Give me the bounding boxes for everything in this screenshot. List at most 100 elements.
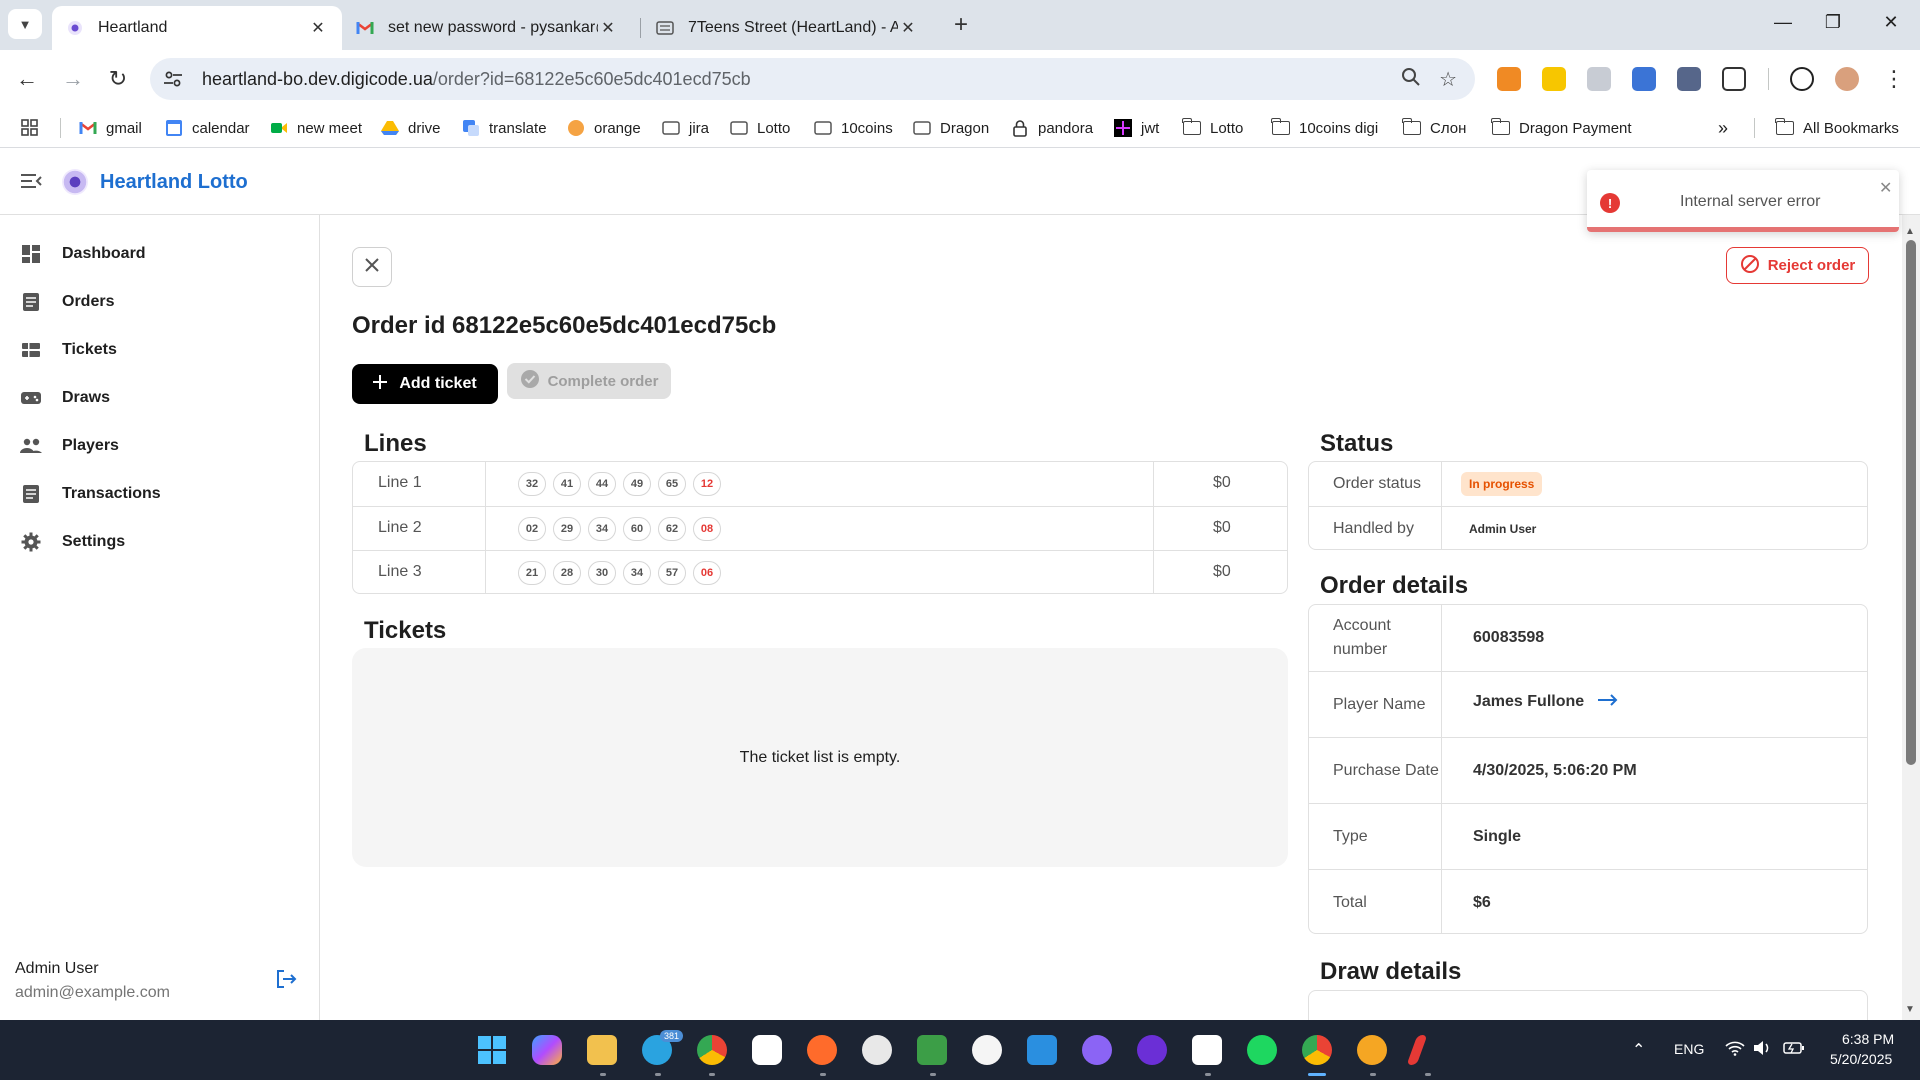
more-bookmarks-icon[interactable]: » — [1718, 116, 1728, 140]
sidebar-item-dashboard[interactable]: Dashboard — [0, 234, 319, 274]
gmail-icon — [356, 19, 374, 37]
spotify-icon[interactable] — [1247, 1035, 1277, 1065]
bookmark-jira[interactable]: jira — [662, 116, 709, 140]
slack-icon[interactable] — [752, 1035, 782, 1065]
new-tab-plus-icon[interactable]: + — [948, 12, 974, 38]
tab-close-icon[interactable]: ✕ — [598, 18, 618, 38]
github-desktop-icon[interactable] — [862, 1035, 892, 1065]
bookmark-lotto[interactable]: Lotto — [730, 116, 790, 140]
bookmark-folder-slon[interactable]: Слон — [1402, 116, 1466, 140]
address-bar[interactable]: heartland-bo.dev.digicode.ua/order?id=68… — [150, 58, 1475, 100]
forward-arrow-icon[interactable]: → — [58, 64, 88, 94]
browser-tab-jira[interactable]: 7Teens Street (HeartLand) - Agi ✕ — [642, 6, 932, 50]
vpn-extension-icon[interactable] — [1677, 67, 1701, 91]
bookmarks-separator — [1754, 118, 1755, 138]
bookmark-new-meet[interactable]: new meet — [270, 116, 362, 140]
vscode-icon[interactable] — [1027, 1035, 1057, 1065]
restore-icon[interactable]: ❐ — [1821, 12, 1845, 33]
wifi-icon[interactable] — [1725, 1040, 1745, 1059]
back-arrow-icon[interactable]: ← — [12, 64, 42, 94]
pen-app-icon[interactable] — [1406, 1035, 1428, 1065]
scroll-up-icon[interactable]: ▲ — [1905, 226, 1915, 237]
minimize-icon[interactable]: — — [1771, 12, 1795, 33]
language-indicator[interactable]: ENG — [1674, 1041, 1704, 1057]
logout-icon[interactable] — [274, 967, 298, 991]
divider — [485, 551, 486, 593]
sidebar-item-orders[interactable]: Orders — [0, 282, 319, 322]
bookmark-label: 10coins — [841, 119, 893, 137]
browser-tab-heartland[interactable]: Heartland ✕ — [52, 6, 342, 50]
tab-close-icon[interactable]: ✕ — [308, 18, 328, 38]
sidebar-item-transactions[interactable]: Transactions — [0, 474, 319, 514]
complete-order-button[interactable]: Complete order — [507, 363, 671, 399]
volume-icon[interactable] — [1753, 1040, 1773, 1059]
bookmark-drive[interactable]: drive — [381, 116, 441, 140]
add-ticket-button[interactable]: Add ticket — [352, 364, 498, 404]
sourcetree-icon[interactable] — [917, 1035, 947, 1065]
app-icon[interactable] — [1357, 1035, 1387, 1065]
bookmark-jwt[interactable]: jwt — [1114, 116, 1159, 140]
tab-separator — [640, 18, 641, 38]
player-link[interactable]: James Fullone — [1473, 693, 1618, 711]
bookmark-gmail[interactable]: gmail — [79, 116, 142, 140]
clock-time[interactable]: 6:38 PM — [1842, 1031, 1894, 1047]
show-hidden-icons-icon[interactable]: ⌃ — [1632, 1040, 1645, 1060]
sidebar-item-settings[interactable]: Settings — [0, 522, 319, 562]
all-bookmarks[interactable]: All Bookmarks — [1775, 116, 1899, 140]
bookmark-translate[interactable]: translate — [462, 116, 547, 140]
scroll-down-icon[interactable]: ▼ — [1905, 1004, 1915, 1015]
browser-menu-icon[interactable]: ⋮ — [1879, 64, 1909, 94]
apps-grid-icon[interactable] — [20, 116, 40, 140]
chrome-icon[interactable] — [697, 1035, 727, 1065]
bookmark-folder-lotto[interactable]: Lotto — [1182, 116, 1243, 140]
table-row: Purchase Date 4/30/2025, 5:06:20 PM — [1309, 737, 1867, 803]
sidebar-item-players[interactable]: Players — [0, 426, 319, 466]
purple-app-icon[interactable] — [1137, 1035, 1167, 1065]
line-label: Line 3 — [378, 563, 422, 580]
file-explorer-icon[interactable] — [587, 1035, 617, 1065]
menu-collapse-icon[interactable] — [20, 171, 42, 191]
bookmark-star-icon[interactable]: ☆ — [1439, 67, 1457, 93]
obsidian-icon[interactable] — [1082, 1035, 1112, 1065]
reload-icon[interactable]: ↻ — [103, 64, 133, 94]
jira-icon — [656, 19, 674, 37]
performance-icon[interactable] — [1790, 67, 1814, 91]
bookmark-folder-10coins-digi[interactable]: 10coins digi — [1271, 116, 1378, 140]
sidebar-item-draws[interactable]: Draws — [0, 378, 319, 418]
anydesk-icon[interactable] — [972, 1035, 1002, 1065]
bookmark-calendar[interactable]: calendar — [165, 116, 250, 140]
tab-close-icon[interactable]: ✕ — [898, 18, 918, 38]
toast-close-icon[interactable]: ✕ — [1879, 178, 1892, 198]
profile-avatar[interactable] — [1835, 67, 1859, 91]
extensions-puzzle-icon[interactable] — [1722, 67, 1746, 91]
zoom-icon[interactable] — [1401, 67, 1421, 93]
telegram-badge: 381 — [660, 1030, 684, 1042]
bookmark-dragon[interactable]: Dragon — [913, 116, 989, 140]
number-ball: 60 — [623, 517, 651, 541]
sidebar-item-tickets[interactable]: Tickets — [0, 330, 319, 370]
translate-extension-icon[interactable] — [1587, 67, 1611, 91]
metamask-extension-icon[interactable] — [1497, 67, 1521, 91]
bookmark-10coins[interactable]: 10coins — [814, 116, 893, 140]
battery-icon[interactable] — [1783, 1040, 1805, 1059]
bookmark-folder-dragon-payment[interactable]: Dragon Payment — [1491, 116, 1632, 140]
browser-tab-gmail[interactable]: set new password - pysankar@ ✕ — [342, 6, 632, 50]
tab-search-button[interactable]: ▼ — [8, 9, 42, 39]
notion-icon[interactable] — [1192, 1035, 1222, 1065]
windows-start-icon[interactable] — [477, 1035, 507, 1065]
app-brand[interactable]: Heartland Lotto — [100, 171, 248, 194]
chrome-active-icon[interactable] — [1302, 1035, 1332, 1065]
clock-date[interactable]: 5/20/2025 — [1830, 1051, 1892, 1067]
site-info-icon[interactable] — [158, 64, 188, 94]
scrollbar-thumb[interactable] — [1906, 240, 1916, 765]
keep-extension-icon[interactable] — [1542, 67, 1566, 91]
cursor-extension-icon[interactable] — [1632, 67, 1656, 91]
bookmark-orange[interactable]: orange — [567, 116, 641, 140]
bookmark-pandora[interactable]: pandora — [1011, 116, 1093, 140]
window-close-icon[interactable]: ✕ — [1879, 12, 1903, 33]
copilot-icon[interactable] — [532, 1035, 562, 1065]
postman-icon[interactable] — [807, 1035, 837, 1065]
close-order-button[interactable] — [352, 247, 392, 287]
bookmarks-bar: gmail calendar new meet drive translate … — [0, 108, 1920, 148]
reject-order-button[interactable]: Reject order — [1726, 247, 1869, 284]
